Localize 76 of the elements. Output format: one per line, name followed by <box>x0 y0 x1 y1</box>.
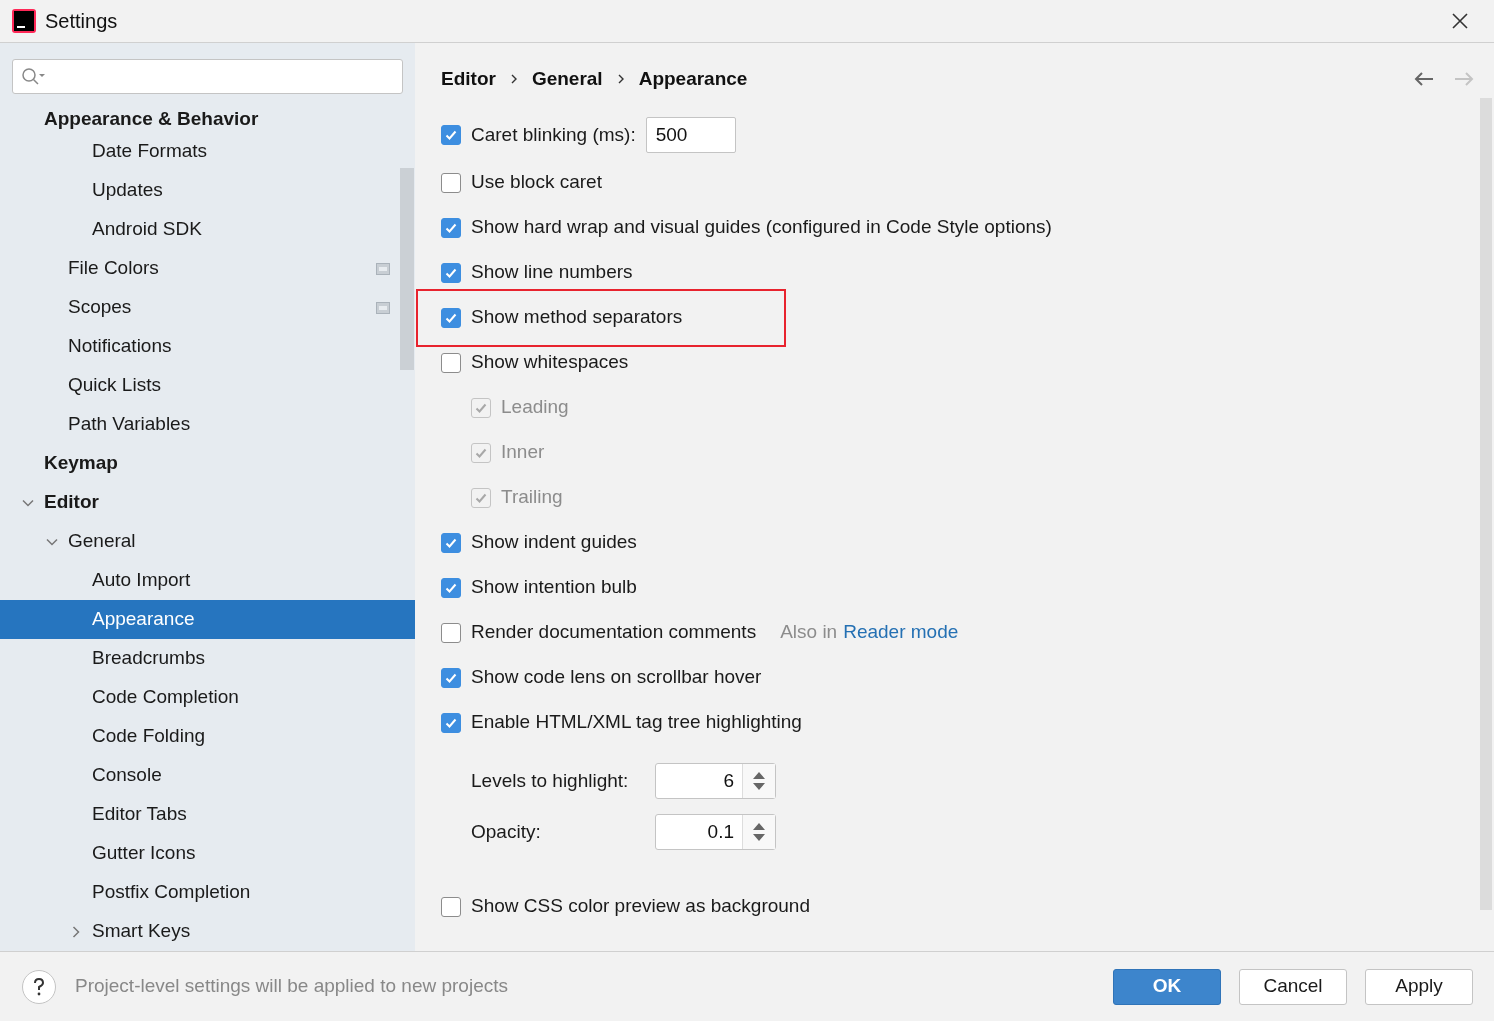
option-label: Show indent guides <box>471 530 637 555</box>
number-spinner[interactable]: 0.1 <box>655 814 776 850</box>
checkbox[interactable] <box>441 352 461 373</box>
dialog-button[interactable]: OK <box>1113 968 1221 1005</box>
option-label: Trailing <box>501 485 563 510</box>
dialog-button[interactable]: Apply <box>1365 968 1473 1005</box>
option-label: Inner <box>501 440 545 465</box>
search-icon <box>21 66 47 87</box>
tree-item[interactable]: Android SDK <box>0 210 415 249</box>
option-label: Show hard wrap and visual guides (configured in Code Style options) <box>471 215 1052 240</box>
option-label: Enable HTML/XML tag tree highlighting <box>471 710 802 735</box>
tree-item[interactable]: Date Formats <box>0 132 415 171</box>
reader-mode-link[interactable]: Reader mode <box>843 618 959 647</box>
checkbox[interactable] <box>441 172 461 193</box>
spinner-label: Levels to highlight: <box>471 768 630 793</box>
up-down-arrows-icon[interactable] <box>752 822 766 842</box>
footer-hint: Project-level settings will be applied to new projects <box>75 974 508 999</box>
tree-item[interactable]: Console <box>0 756 415 795</box>
checkbox[interactable] <box>441 217 461 238</box>
checkbox[interactable] <box>441 667 461 688</box>
back-arrow-icon[interactable] <box>1414 72 1434 86</box>
tree-item[interactable]: Editor <box>0 483 415 522</box>
help-button[interactable] <box>22 969 56 1004</box>
up-down-arrows-icon[interactable] <box>752 771 766 791</box>
option-label: Show method separators <box>471 305 683 330</box>
scrollbar[interactable] <box>400 168 414 370</box>
spinner-label: Opacity: <box>471 819 542 844</box>
chevron-right-icon[interactable] <box>70 925 82 938</box>
checkbox[interactable] <box>441 712 461 733</box>
note-text: Also in <box>780 620 838 645</box>
tree-item[interactable]: Code Completion <box>0 678 415 717</box>
window-title: Settings <box>45 9 118 34</box>
tree-item[interactable]: Code Folding <box>0 717 415 756</box>
tree-item[interactable]: Scopes <box>0 288 415 327</box>
option-label: Show intention bulb <box>471 575 637 600</box>
close-icon[interactable] <box>1452 13 1468 29</box>
checkbox[interactable] <box>441 262 461 283</box>
option-label: Caret blinking (ms): <box>471 122 636 147</box>
tree-item[interactable]: Postfix Completion <box>0 873 415 912</box>
option-label: Render documentation comments <box>471 620 757 645</box>
tree-item[interactable]: Quick Lists <box>0 366 415 405</box>
option-label: Leading <box>501 395 569 420</box>
option-label: Show line numbers <box>471 260 633 285</box>
breadcrumb[interactable]: Editor <box>441 64 496 94</box>
number-spinner[interactable]: 6 <box>655 763 776 799</box>
checkbox[interactable] <box>441 577 461 598</box>
tree-item[interactable]: File Colors <box>0 249 415 288</box>
tree-item[interactable]: Appearance <box>0 600 415 639</box>
breadcrumb[interactable]: General <box>531 64 603 94</box>
option-label: Show whitespaces <box>471 350 629 375</box>
tree-item[interactable]: Editor Tabs <box>0 795 415 834</box>
option-label: Show CSS color preview as background <box>471 894 810 919</box>
tree-item[interactable]: General <box>0 522 415 561</box>
check-icon <box>444 128 458 142</box>
tree-item[interactable]: Auto Import <box>0 561 415 600</box>
number-field[interactable]: 500 <box>645 117 736 153</box>
tree-item[interactable]: Appearance & Behavior <box>0 107 415 132</box>
tree-item[interactable]: Smart Keys <box>0 912 415 951</box>
tree-item[interactable]: Breadcrumbs <box>0 639 415 678</box>
search-field[interactable] <box>12 59 403 94</box>
tree-item[interactable]: Path Variables <box>0 405 415 444</box>
checkbox[interactable] <box>441 307 461 328</box>
tree-item[interactable]: Updates <box>0 171 415 210</box>
app-logo-icon <box>12 9 36 33</box>
checkbox[interactable] <box>441 622 461 643</box>
option-label: Show code lens on scrollbar hover <box>471 665 762 690</box>
tree-item[interactable]: Gutter Icons <box>0 834 415 873</box>
breadcrumb[interactable]: Appearance <box>638 64 748 94</box>
tree-item[interactable]: Keymap <box>0 444 415 483</box>
option-label: Use block caret <box>471 170 602 195</box>
checkbox[interactable] <box>441 532 461 553</box>
question-mark-icon <box>33 977 45 996</box>
tree-item[interactable]: Notifications <box>0 327 415 366</box>
checkbox[interactable] <box>441 125 461 145</box>
dialog-button[interactable]: Cancel <box>1239 968 1347 1005</box>
checkbox[interactable] <box>441 896 461 917</box>
